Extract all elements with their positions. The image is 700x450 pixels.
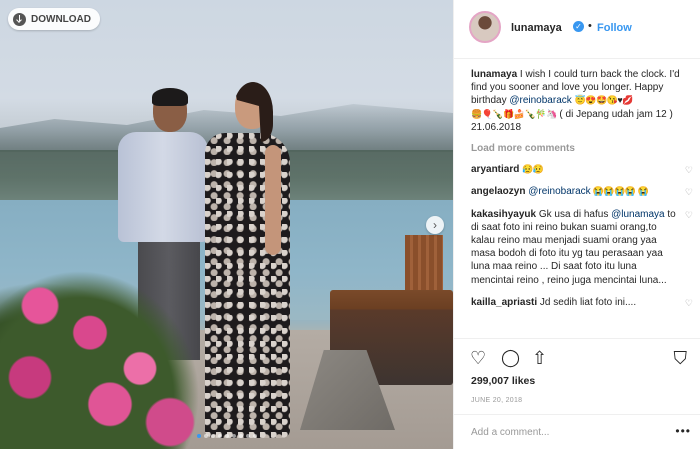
post-side-panel: lunamaya ✓ • Follow lunamaya I wish I co… [453,0,700,449]
comment-username[interactable]: kakasihyayuk [471,209,536,220]
photo-woman [195,82,305,445]
comment-text: Jd sedih liat foto ini.... [537,296,637,308]
comment-item: angelaozyn @reinobarack 😭😭😭😭 😭 ♡ [471,185,693,198]
avatar[interactable] [469,11,501,43]
comment-item: kakasihyayuk Gk usa di hafus @lunamaya t… [471,208,693,287]
download-button[interactable]: DOWNLOAD [8,8,100,30]
like-heart-icon[interactable]: ♡ [470,349,486,367]
comment-like-heart-icon[interactable]: ♡ [685,297,693,310]
carousel-dot [245,434,250,438]
comment-mention[interactable]: @lunamaya [611,209,665,220]
load-more-comments-button[interactable]: Load more comments [471,142,693,155]
more-options-icon[interactable]: ••• [675,424,691,438]
photo-chair [405,235,443,295]
verified-badge-icon: ✓ [573,21,584,32]
post-date[interactable]: JUNE 20, 2018 [471,397,522,404]
comment-like-heart-icon[interactable]: ♡ [685,186,693,199]
bookmark-icon[interactable]: ⛉ [674,349,688,367]
caption-emoji-1: 😇😍🤩😘♥💋 [574,95,634,106]
add-comment-input[interactable]: Add a comment... [471,427,549,438]
header-separator: • [588,20,592,32]
add-comment-bar: Add a comment... ••• [454,414,700,450]
comment-bubble-icon[interactable]: ◯ [501,349,520,367]
comment-username[interactable]: aryantiard [471,164,519,175]
likes-count[interactable]: 299,007 likes [471,375,535,387]
post-photo[interactable]: DOWNLOAD › [0,0,453,449]
follow-button[interactable]: Follow [597,22,632,34]
photo-flowers [0,270,200,449]
instagram-post: DOWNLOAD › lunamaya ✓ • Follow lunamaya … [0,0,700,449]
caption-username[interactable]: lunamaya [471,69,517,80]
carousel-dot [224,434,229,438]
comment-mention[interactable]: @reinobarack [528,186,590,197]
header-username[interactable]: lunamaya [511,22,562,34]
comment-emoji: 😭😭😭😭 😭 [590,186,649,197]
carousel-dot [252,434,257,438]
comment-item: aryantiard 😥😥 ♡ [471,163,693,176]
post-caption: lunamaya I wish I could turn back the cl… [471,68,693,134]
carousel-dot [203,434,208,438]
carousel-next-button[interactable]: › [426,216,444,234]
comment-text: Gk usa di hafus [536,208,612,220]
carousel-dot [196,434,201,438]
caption-emoji-2: 🍔🎈🍾🎁🍰🍾🎋🦄 [471,108,557,119]
comment-text: to di saat foto ini reino bukan suami or… [471,208,676,286]
carousel-dot [238,434,243,438]
comment-username[interactable]: angelaozyn [471,186,525,197]
comment-emoji: 😥😥 [522,164,544,175]
carousel-dot [217,434,222,438]
download-icon [13,12,26,26]
carousel-dot [231,434,236,438]
comment-item: kailla_apriasti Jd sedih liat foto ini..… [471,296,693,309]
comment-like-heart-icon[interactable]: ♡ [685,164,693,177]
comment-like-heart-icon[interactable]: ♡ [685,209,693,222]
chevron-right-icon: › [433,218,437,232]
download-label: DOWNLOAD [31,13,91,25]
post-actions-bar: ♡ ◯ ⇧ ⛉ [454,338,700,375]
carousel-indicator [0,434,453,438]
share-icon[interactable]: ⇧ [532,349,547,367]
comments-list: lunamaya I wish I could turn back the cl… [471,68,693,330]
carousel-dot [210,434,215,438]
caption-mention[interactable]: @reinobarack [509,95,571,106]
post-header: lunamaya ✓ • Follow [454,0,700,59]
comment-username[interactable]: kailla_apriasti [471,297,537,308]
